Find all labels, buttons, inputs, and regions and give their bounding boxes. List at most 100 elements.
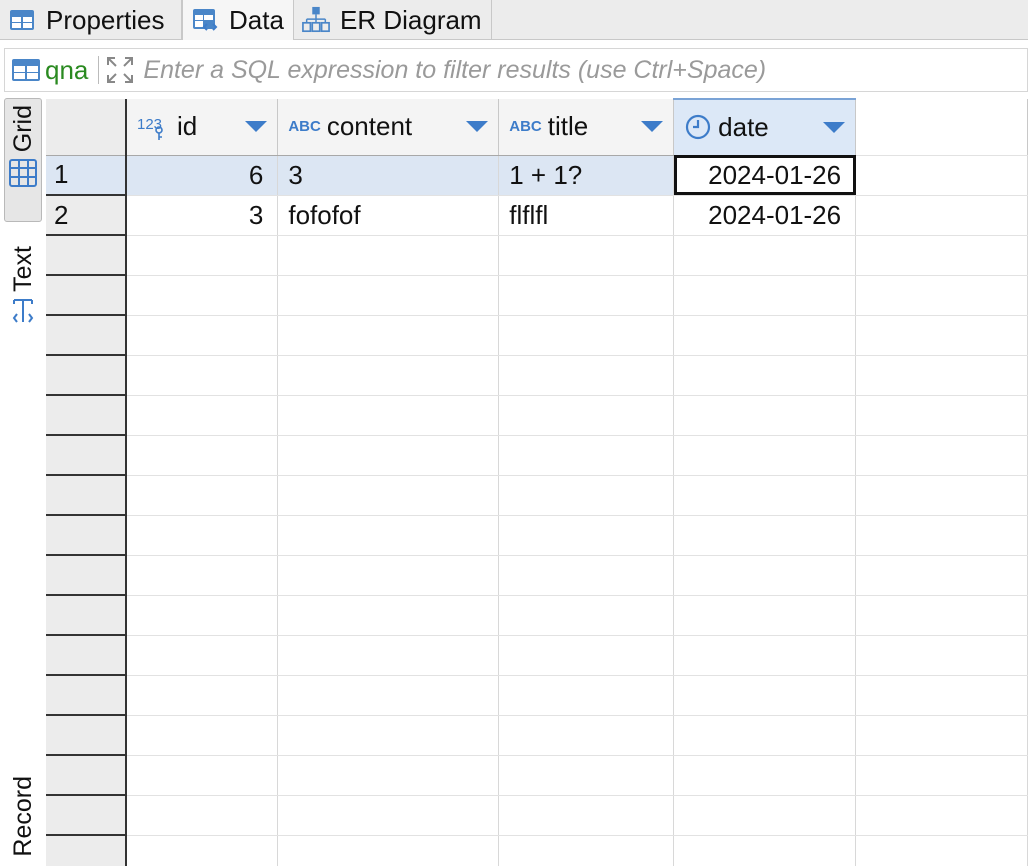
empty-cell — [277, 595, 500, 636]
empty-cell — [673, 355, 857, 396]
empty-cell — [498, 595, 675, 636]
tab-properties[interactable]: Properties — [0, 0, 182, 40]
results-grid: 123 id ABC content ABC title date 1 6 3 … — [46, 98, 1028, 866]
header-row: 123 id ABC content ABC title date — [46, 98, 1028, 156]
expand-icon[interactable] — [105, 55, 135, 85]
cell-title[interactable]: flflfl — [498, 195, 675, 236]
cell-content[interactable]: 3 — [277, 155, 500, 196]
empty-cell — [673, 835, 857, 866]
empty-header — [855, 99, 1028, 156]
empty-cell — [855, 595, 1028, 636]
column-name: id — [176, 111, 198, 142]
empty-cell — [277, 835, 500, 866]
empty-cell — [673, 555, 857, 596]
empty-row — [46, 795, 1028, 836]
numeric-key-icon: 123 — [137, 116, 163, 140]
string-type-icon: ABC — [288, 118, 321, 136]
empty-cell — [673, 475, 857, 516]
string-type-icon: ABC — [509, 118, 542, 136]
empty-cell — [673, 515, 857, 556]
empty-row — [46, 475, 1028, 516]
chevron-down-icon[interactable] — [245, 121, 268, 132]
table-row[interactable]: 1 6 3 1 + 1? 2024-01-26 — [46, 155, 1028, 196]
cell-id[interactable]: 3 — [125, 195, 279, 236]
cell-id[interactable]: 6 — [125, 155, 279, 196]
row-number-empty — [46, 315, 127, 356]
cell-content[interactable]: fofofof — [277, 195, 500, 236]
empty-cell — [277, 275, 500, 316]
row-number-empty — [46, 555, 127, 596]
empty-cell — [673, 435, 857, 476]
cell-date[interactable]: 2024-01-26 — [673, 195, 857, 236]
empty-row — [46, 635, 1028, 676]
empty-cell — [673, 595, 857, 636]
row-number-empty — [46, 515, 127, 556]
empty-cell — [673, 755, 857, 796]
er-diagram-icon — [302, 6, 330, 33]
empty-cell — [125, 315, 279, 356]
column-name: title — [547, 111, 589, 142]
empty-cell — [498, 515, 675, 556]
tab-data[interactable]: Data — [182, 0, 294, 40]
empty-cell — [498, 755, 675, 796]
row-number-empty — [46, 355, 127, 396]
empty-cell — [855, 395, 1028, 436]
empty-cell — [498, 395, 675, 436]
text-view-button[interactable]: Text — [4, 246, 42, 346]
empty-row — [46, 435, 1028, 476]
view-switcher-panel: Grid Text Record — [0, 96, 46, 866]
results-table: 123 id ABC content ABC title date 1 6 3 … — [46, 98, 1028, 866]
empty-cell — [498, 435, 675, 476]
divider — [98, 56, 100, 84]
empty-cell — [673, 235, 857, 276]
chevron-down-icon[interactable] — [823, 122, 846, 133]
empty-cell — [277, 315, 500, 356]
text-icon — [12, 298, 34, 323]
row-number[interactable]: 2 — [46, 195, 127, 236]
row-number[interactable]: 1 — [46, 155, 127, 196]
empty-cell — [277, 555, 500, 596]
column-header-title[interactable]: ABC title — [498, 99, 675, 156]
chevron-down-icon[interactable] — [641, 121, 664, 132]
empty-cell — [855, 715, 1028, 756]
empty-cell — [498, 675, 675, 716]
column-header-date[interactable]: date — [673, 98, 857, 156]
empty-cell — [277, 435, 500, 476]
chevron-down-icon[interactable] — [466, 121, 489, 132]
empty-row — [46, 675, 1028, 716]
tab-er-diagram[interactable]: ER Diagram — [294, 0, 492, 40]
row-number-empty — [46, 835, 127, 866]
grid-icon — [9, 159, 37, 188]
row-number-header[interactable] — [46, 99, 127, 156]
record-view-button[interactable]: Record — [4, 776, 42, 866]
empty-cell — [673, 795, 857, 836]
tab-label: Properties — [46, 4, 165, 35]
empty-cell — [125, 235, 279, 276]
empty-cell — [125, 395, 279, 436]
cell-date[interactable]: 2024-01-26 — [673, 155, 857, 196]
table-row[interactable]: 2 3 fofofof flflfl 2024-01-26 — [46, 195, 1028, 236]
empty-cell — [673, 675, 857, 716]
empty-row — [46, 235, 1028, 276]
grid-view-button[interactable]: Grid — [4, 98, 42, 222]
empty-cell — [125, 275, 279, 316]
column-header-id[interactable]: 123 id — [125, 99, 279, 156]
empty-cell — [673, 635, 857, 676]
empty-cell — [277, 395, 500, 436]
empty-cell — [855, 835, 1028, 866]
empty-row — [46, 715, 1028, 756]
empty-cell — [277, 515, 500, 556]
empty-cell — [498, 715, 675, 756]
empty-cell — [498, 835, 675, 866]
empty-row — [46, 755, 1028, 796]
row-number-empty — [46, 755, 127, 796]
filter-input[interactable] — [143, 55, 1027, 85]
text-label: Text — [8, 246, 37, 292]
empty-cell — [673, 275, 857, 316]
empty-cell — [125, 715, 279, 756]
table-icon — [12, 59, 40, 81]
cell-title[interactable]: 1 + 1? — [498, 155, 675, 196]
empty-cell — [855, 355, 1028, 396]
column-header-content[interactable]: ABC content — [277, 99, 500, 156]
empty-cell — [855, 635, 1028, 676]
